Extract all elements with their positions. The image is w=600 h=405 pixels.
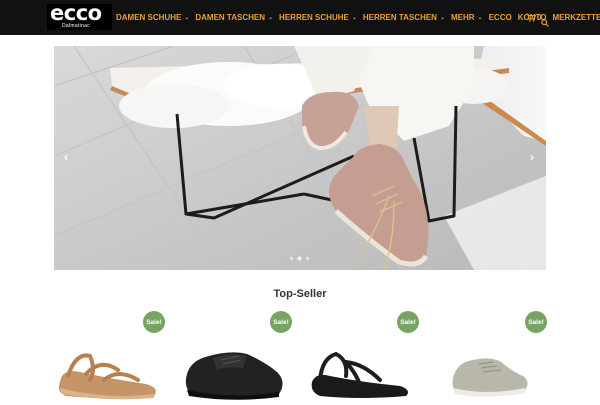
- sale-badge: Sale!: [525, 311, 547, 333]
- logo-wordmark: ecco: [50, 1, 102, 25]
- nav-item-herren-taschen[interactable]: HERREN TASCHEN ⌄: [363, 13, 445, 22]
- chevron-down-icon: ⌄: [477, 15, 483, 21]
- sale-badge: Sale!: [270, 311, 292, 333]
- slider-dot-3[interactable]: [305, 256, 310, 261]
- product-card[interactable]: Sale!: [300, 310, 420, 400]
- nav-label: MEHR: [450, 13, 475, 22]
- nav-label: ECCO: [488, 13, 512, 22]
- slider-next-arrow[interactable]: ›: [530, 150, 534, 164]
- slider-prev-arrow[interactable]: ‹: [64, 150, 68, 164]
- product-card[interactable]: Sale!: [46, 310, 166, 400]
- slider-dot-2[interactable]: [297, 256, 302, 261]
- nav-item-damen-taschen[interactable]: DAMEN TASCHEN ⌄: [195, 13, 273, 22]
- chevron-down-icon: ⌄: [439, 15, 445, 21]
- chevron-down-icon: ⌄: [351, 15, 357, 21]
- nav-label: HERREN TASCHEN: [362, 13, 437, 22]
- chevron-down-icon: ⌄: [184, 15, 190, 21]
- logo-subtext: Dalmatinac: [62, 23, 91, 29]
- search-icon: [541, 19, 549, 27]
- hero-slide-image: [54, 46, 546, 270]
- slider-dot-1[interactable]: [289, 256, 294, 261]
- nav-label: DAMEN TASCHEN: [195, 13, 266, 22]
- sale-badge: Sale!: [143, 311, 165, 333]
- nav-item-ecco[interactable]: ECCO: [489, 13, 512, 22]
- slider-pagination: [289, 256, 310, 261]
- search-button[interactable]: [541, 14, 549, 32]
- product-card[interactable]: Sale!: [173, 310, 293, 400]
- hero-slider[interactable]: ‹ ›: [54, 46, 546, 270]
- nav-item-mehr[interactable]: MEHR ⌄: [451, 13, 483, 22]
- chevron-down-icon: ⌄: [268, 15, 274, 21]
- nav-label: DAMEN SCHUHE: [116, 13, 182, 22]
- nav-item-herren-schuhe[interactable]: HERREN SCHUHE ⌄: [279, 13, 357, 22]
- cart-icon: [526, 13, 536, 22]
- nav-item-merkzettel[interactable]: MERKZETTEL: [552, 13, 600, 22]
- cart-button[interactable]: 0: [526, 13, 541, 22]
- sale-badge: Sale!: [397, 311, 419, 333]
- nav-label: HERREN SCHUHE: [279, 13, 349, 22]
- nav-item-damen-schuhe[interactable]: DAMEN SCHUHE ⌄: [116, 13, 189, 22]
- top-seller-heading: Top-Seller: [273, 288, 327, 300]
- site-header: ecco Dalmatinac DAMEN SCHUHE ⌄ DAMEN TAS…: [0, 0, 600, 35]
- product-card[interactable]: Sale!: [427, 310, 547, 400]
- ecco-logo[interactable]: ecco Dalmatinac: [47, 1, 112, 30]
- nav-label: MERKZETTEL: [552, 13, 600, 22]
